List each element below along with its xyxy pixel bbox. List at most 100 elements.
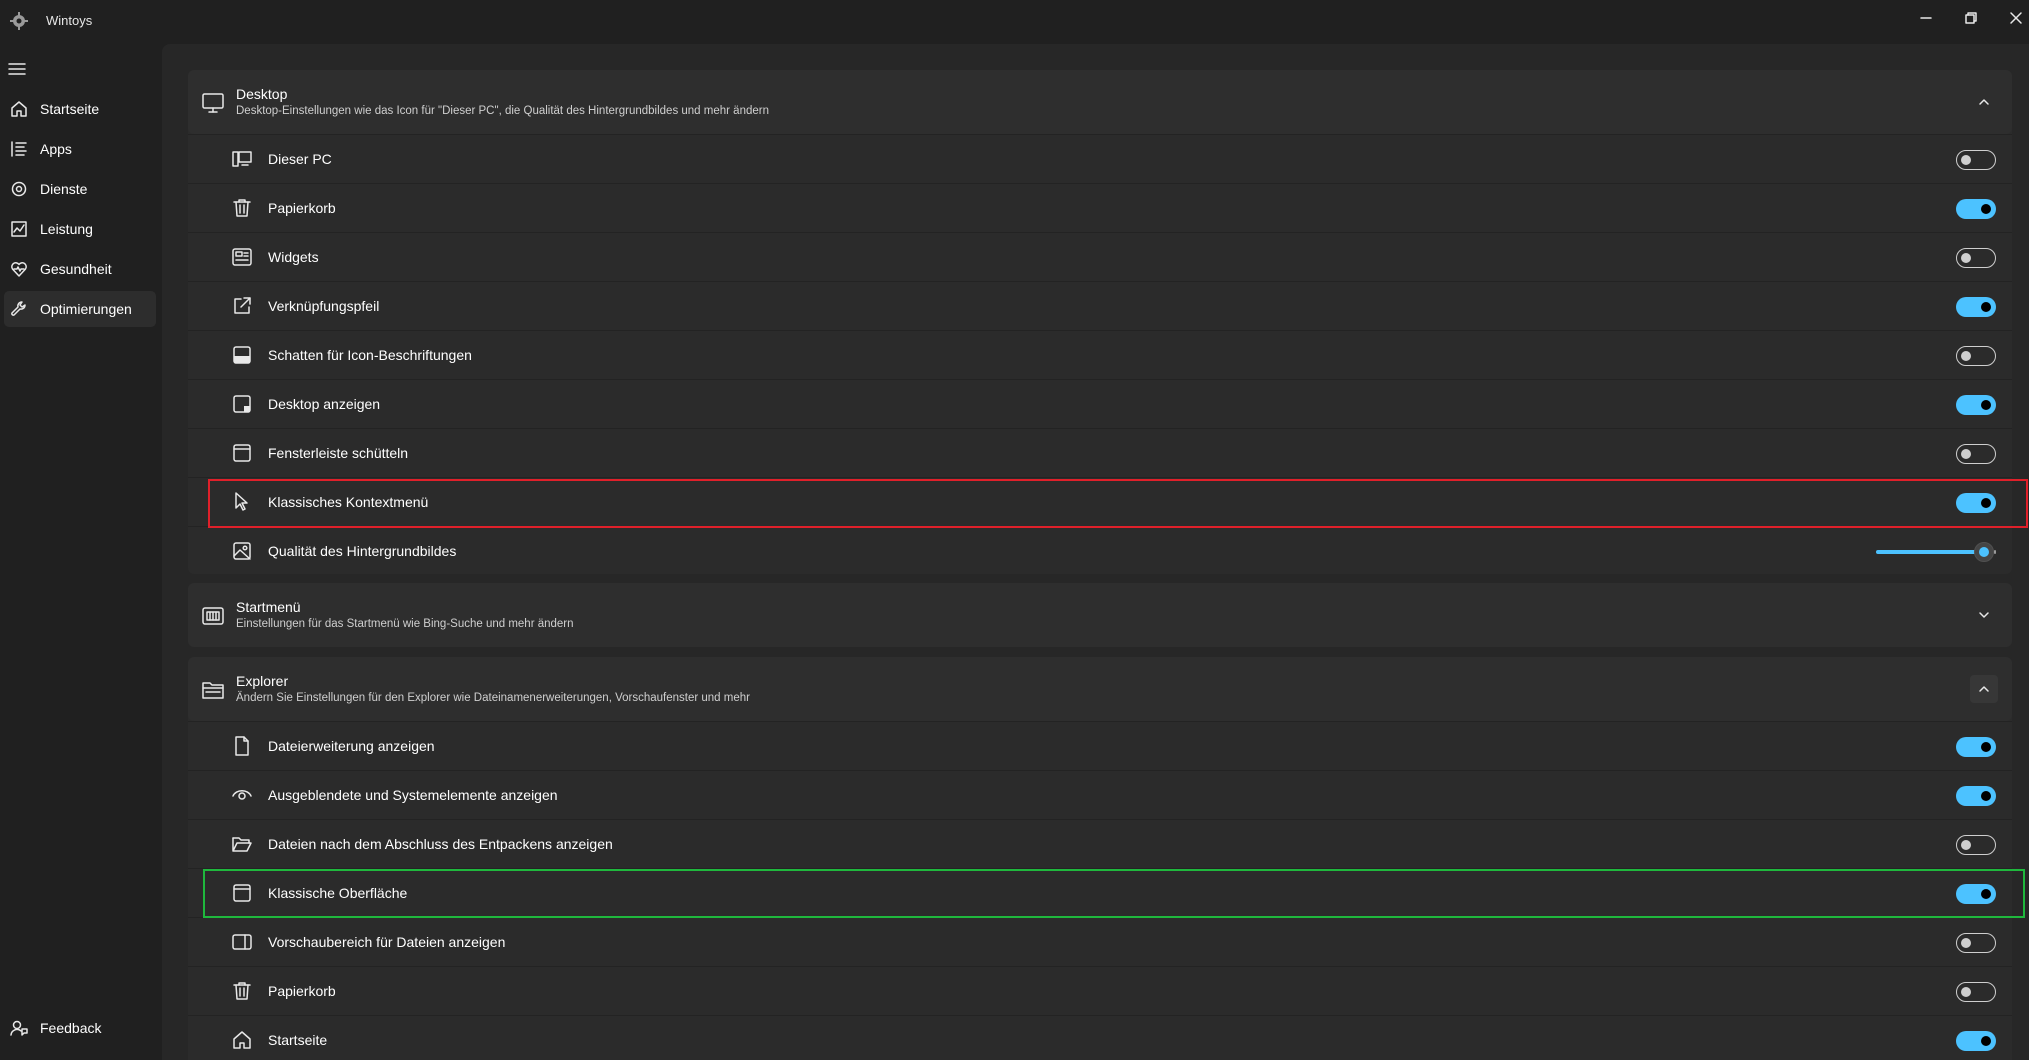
setting-label: Dateierweiterung anzeigen (268, 738, 435, 754)
dateierweiterung-toggle[interactable] (1956, 737, 1996, 757)
startmenu-section: Startmenü Einstellungen für das Startmen… (188, 583, 2012, 647)
section-subtitle: Desktop-Einstellungen wie das Icon für "… (236, 105, 769, 117)
desktop-anzeigen-toggle[interactable] (1956, 395, 1996, 415)
recycle-bin-icon (233, 199, 251, 217)
setting-row-schatten: Schatten für Icon-Beschriftungen (188, 330, 2012, 379)
slider-thumb[interactable] (1974, 542, 1994, 562)
setting-row-papierkorb: Papierkorb (188, 183, 2012, 232)
close-button[interactable] (1996, 0, 2029, 36)
setting-label: Vorschaubereich für Dateien anzeigen (268, 934, 506, 950)
restore-icon (1965, 12, 1977, 24)
minimize-icon (1920, 17, 1932, 19)
sidebar-item-optimierungen[interactable]: Optimierungen (4, 291, 156, 327)
ausgeblendete-toggle[interactable] (1956, 786, 1996, 806)
collapse-button[interactable] (1970, 675, 1998, 703)
klassische-oberflaeche-toggle[interactable] (1956, 884, 1996, 904)
feedback-icon (10, 1020, 28, 1036)
file-icon (235, 736, 249, 756)
setting-row-dieser-pc: Dieser PC (188, 134, 2012, 183)
sidebar-item-apps[interactable]: Apps (4, 131, 156, 167)
apps-list-icon (11, 141, 27, 157)
wallpaper-image-icon (233, 542, 251, 560)
restore-button[interactable] (1951, 0, 1991, 36)
wallpaper-quality-slider[interactable] (1876, 542, 1996, 562)
setting-row-vorschaubereich: Vorschaubereich für Dateien anzeigen (188, 917, 2012, 966)
home-icon (11, 101, 27, 117)
sidebar-item-dienste[interactable]: Dienste (4, 171, 156, 207)
setting-label: Papierkorb (268, 983, 336, 999)
wrench-icon (11, 301, 26, 316)
section-subtitle: Ändern Sie Einstellungen für den Explore… (236, 692, 750, 704)
setting-label: Klassisches Kontextmenü (268, 494, 429, 510)
kontextmenue-toggle[interactable] (1956, 493, 1996, 513)
startseite-toggle[interactable] (1956, 1031, 1996, 1051)
collapse-button[interactable] (1970, 88, 1998, 116)
setting-label: Klassische Oberfläche (268, 885, 408, 901)
sidebar-item-leistung[interactable]: Leistung (4, 211, 156, 247)
slider-track (1994, 550, 1996, 554)
setting-label: Papierkorb (268, 200, 336, 216)
sidebar: Startseite Apps Dienste Leistung Gesundh… (0, 44, 162, 1060)
setting-row-explorer-papierkorb: Papierkorb (188, 966, 2012, 1015)
sidebar-item-label: Optimierungen (40, 301, 132, 317)
minimize-button[interactable] (1906, 0, 1946, 36)
explorer-papierkorb-toggle[interactable] (1956, 982, 1996, 1002)
sidebar-item-feedback[interactable]: Feedback (4, 1010, 156, 1046)
sidebar-item-label: Leistung (40, 221, 93, 237)
chevron-up-icon (1979, 99, 1989, 105)
app-title: Wintoys (46, 13, 93, 28)
section-title: Desktop (236, 86, 288, 102)
health-heart-icon (11, 262, 27, 277)
chevron-down-icon (1979, 612, 1989, 618)
chevron-up-icon (1979, 686, 1989, 692)
section-title: Explorer (236, 673, 289, 689)
vorschaubereich-toggle[interactable] (1956, 933, 1996, 953)
widgets-toggle[interactable] (1956, 248, 1996, 268)
setting-label: Verknüpfungspfeil (268, 298, 380, 314)
papierkorb-toggle[interactable] (1956, 199, 1996, 219)
services-gear-icon (11, 181, 27, 197)
performance-chart-icon (11, 221, 27, 237)
setting-row-ausgeblendete: Ausgeblendete und Systemelemente anzeige… (188, 770, 2012, 819)
setting-row-hintergrundqualitaet: Qualität des Hintergrundbildes (188, 526, 2012, 575)
close-icon (2010, 12, 2022, 24)
setting-row-desktop-anzeigen: Desktop anzeigen (188, 379, 2012, 428)
sidebar-item-label: Startseite (40, 101, 100, 117)
dieser-pc-toggle[interactable] (1956, 150, 1996, 170)
sidebar-item-gesundheit[interactable]: Gesundheit (4, 251, 156, 287)
schatten-toggle[interactable] (1956, 346, 1996, 366)
setting-label: Qualität des Hintergrundbildes (268, 543, 457, 559)
start-menu-icon (202, 607, 224, 625)
monitor-icon (202, 93, 224, 113)
setting-label: Dieser PC (268, 151, 332, 167)
sidebar-item-startseite[interactable]: Startseite (4, 91, 156, 127)
sidebar-footer-label: Feedback (40, 1020, 102, 1036)
desktop-section-header[interactable]: Desktop Desktop-Einstellungen wie das Ic… (188, 70, 2012, 134)
folder-icon (202, 682, 224, 699)
fensterleiste-toggle[interactable] (1956, 444, 1996, 464)
entpacken-toggle[interactable] (1956, 835, 1996, 855)
hamburger-menu-icon[interactable] (8, 60, 26, 78)
setting-row-entpacken: Dateien nach dem Abschluss des Entpacken… (188, 819, 2012, 868)
expand-button[interactable] (1970, 601, 1998, 629)
setting-label: Ausgeblendete und Systemelemente anzeige… (268, 787, 558, 803)
startmenu-section-header[interactable]: Startmenü Einstellungen für das Startmen… (188, 583, 2012, 647)
show-desktop-icon (233, 395, 251, 413)
desktop-section: Desktop Desktop-Einstellungen wie das Ic… (188, 70, 2012, 574)
cursor-icon (235, 492, 248, 511)
setting-row-klassische-oberflaeche: Klassische Oberfläche (188, 868, 2012, 917)
verknuepfungspfeil-toggle[interactable] (1956, 297, 1996, 317)
main-content: Desktop Desktop-Einstellungen wie das Ic… (162, 44, 2029, 1060)
explorer-section-header[interactable]: Explorer Ändern Sie Einstellungen für de… (188, 657, 2012, 721)
sidebar-item-label: Apps (40, 141, 72, 157)
recycle-bin-icon (233, 982, 251, 1000)
app-logo-icon (10, 12, 28, 30)
home-icon (233, 1031, 251, 1049)
window-icon (233, 884, 251, 902)
sidebar-item-label: Dienste (40, 181, 88, 197)
setting-row-widgets: Widgets (188, 232, 2012, 281)
setting-row-fensterleiste: Fensterleiste schütteln (188, 428, 2012, 477)
setting-row-dateierweiterung: Dateierweiterung anzeigen (188, 721, 2012, 770)
setting-label: Startseite (268, 1032, 328, 1048)
shortcut-arrow-icon (234, 297, 251, 314)
